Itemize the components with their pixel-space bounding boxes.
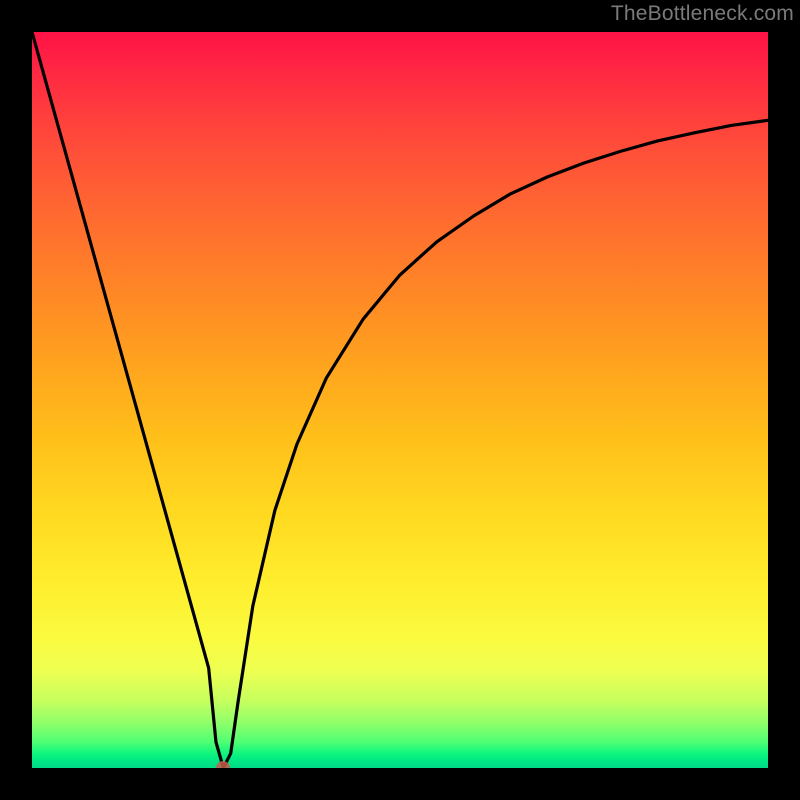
watermark-text: TheBottleneck.com [611, 2, 794, 26]
chart-frame: TheBottleneck.com [0, 0, 800, 800]
bottleneck-curve [32, 32, 768, 768]
plot-area [32, 32, 768, 768]
optimal-point-marker [216, 761, 230, 768]
